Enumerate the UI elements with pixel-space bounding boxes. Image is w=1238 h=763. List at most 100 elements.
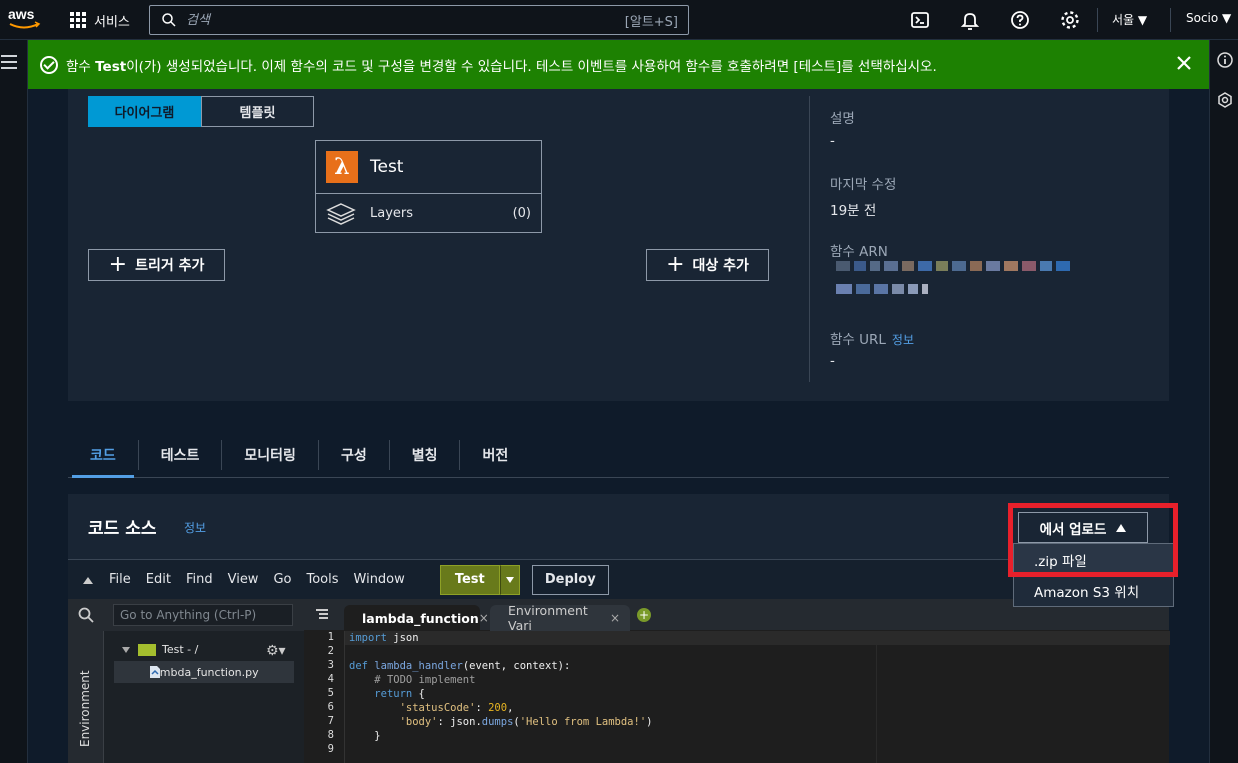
svg-text:aws: aws [8,6,35,22]
ide-menu-tools[interactable]: Tools [306,572,338,587]
tab-aliases[interactable]: 별칭 [390,439,461,470]
code-line-6: 'statusCode': 200, [399,702,514,714]
ide-menu-find[interactable]: Find [186,572,213,587]
main-content: 다이어그램 템플릿 λ Test Layers (0) + 트리거 추가 + 대… [28,89,1209,763]
add-tab-icon[interactable]: + [637,608,651,622]
hexagon-icon[interactable] [1217,92,1233,108]
code-line-1: import json [349,632,419,644]
tab-list-icon[interactable] [316,609,328,619]
upload-s3-option[interactable]: Amazon S3 위치 [1014,575,1173,606]
function-url-info-link[interactable]: 정보 [892,333,914,347]
cloudshell-icon[interactable] [908,8,932,32]
layers-count: (0) [512,206,531,221]
add-destination-button[interactable]: + 대상 추가 [646,249,769,281]
region-selector[interactable]: 서울 ▼ [1112,11,1147,28]
description-label: 설명 [830,111,855,127]
close-icon[interactable] [1175,54,1193,72]
right-side-rail [1209,40,1238,763]
line-number: 2 [327,645,334,657]
file-row[interactable]: lambda_function.py [114,661,294,683]
upload-zip-option[interactable]: .zip 파일 [1014,544,1173,575]
layers-row[interactable]: Layers (0) [316,194,541,233]
environment-side-tab[interactable]: Environment [68,631,104,763]
lambda-icon: λ [326,151,358,183]
upload-dropdown-menu: .zip 파일 Amazon S3 위치 [1013,543,1174,607]
close-icon[interactable]: × [610,611,620,625]
settings-gear-icon[interactable]: ⚙▾ [266,643,286,659]
tab-code[interactable]: 코드 [68,439,139,478]
code-source-info-link[interactable]: 정보 [184,519,206,536]
last-modified-value: 19분 전 [830,203,877,219]
code-source-panel: 코드 소스 정보 에서 업로드 .zip 파일 Amazon S3 위치 Fil… [68,494,1174,763]
ide-toolbar: File Edit Find View Go Tools Window Test… [68,559,1169,599]
upload-from-button[interactable]: 에서 업로드 [1018,512,1148,543]
line-number: 4 [327,673,334,685]
editor-tab-lambda-function[interactable]: lambda_function × [344,605,489,631]
tab-test[interactable]: 테스트 [139,439,223,470]
info-icon[interactable] [1217,52,1233,68]
description-value: - [830,133,835,149]
aws-logo[interactable]: aws [6,4,46,34]
code-editor[interactable]: import json def lambda_handler(event, co… [344,631,1170,763]
search-bar[interactable]: [알트+S] [149,5,689,35]
function-name: Test [370,157,404,177]
search-input[interactable] [186,12,625,28]
search-icon [162,13,176,27]
view-toggle: 다이어그램 템플릿 [88,96,314,127]
gear-icon[interactable] [1058,8,1082,32]
tab-monitoring[interactable]: 모니터링 [222,439,319,470]
services-menu-button[interactable]: 서비스 [70,8,130,32]
left-side-rail [0,40,28,763]
ide-menu-file[interactable]: File [109,572,131,587]
active-line-highlight [345,631,1170,645]
close-icon[interactable]: × [479,611,489,625]
editor-tab-environment-variables[interactable]: Environment Vari × [490,603,630,633]
grid-icon [70,12,86,28]
folder-row[interactable]: Test - / [122,643,198,656]
success-flash-banner: 함수 Test이(가) 생성되었습니다. 이제 함수의 코드 및 구성을 변경할… [28,40,1209,89]
line-number: 5 [327,687,334,699]
function-card[interactable]: λ Test Layers (0) [315,140,542,233]
goto-anything-bar [68,599,304,631]
test-dropdown-button[interactable] [499,564,520,595]
tab-configuration[interactable]: 구성 [319,439,390,470]
account-menu[interactable]: Socio ▼ [1186,11,1231,25]
plus-icon: + [666,252,685,277]
hamburger-menu-icon[interactable] [1,55,17,69]
nav-divider [1097,8,1098,32]
check-circle-icon [40,55,58,74]
test-button[interactable]: Test [439,564,500,595]
function-arn-value-redacted [836,261,1070,271]
add-trigger-button[interactable]: + 트리거 추가 [88,249,225,281]
chevron-down-icon [122,646,130,653]
line-number: 8 [327,729,334,741]
services-label: 서비스 [94,14,130,30]
search-icon [78,607,94,623]
print-margin [876,631,877,763]
line-number-gutter: 1 2 3 4 5 6 7 8 9 [304,631,344,763]
bell-icon[interactable] [958,8,982,32]
panel-divider [809,96,810,382]
ide-menu-view[interactable]: View [228,572,259,587]
function-arn-label: 함수 ARN [830,244,888,260]
layers-icon [326,202,356,225]
folder-icon [138,643,156,656]
goto-anything-input[interactable] [113,604,293,626]
function-arn-value-redacted-2 [836,284,928,294]
ide-menu-edit[interactable]: Edit [146,572,171,587]
template-toggle-button[interactable]: 템플릿 [201,96,314,127]
deploy-button[interactable]: Deploy [531,564,609,595]
collapse-caret-icon[interactable] [83,576,93,584]
ide-menu-window[interactable]: Window [354,572,405,587]
code-line-4: # TODO implement [374,674,476,686]
help-icon[interactable] [1008,8,1032,32]
ide-menu-go[interactable]: Go [273,572,291,587]
nav-divider [1170,8,1171,32]
line-number: 1 [327,631,334,643]
function-url-value: - [830,353,835,369]
line-number: 6 [327,701,334,713]
tab-versions[interactable]: 버전 [460,440,530,470]
file-tree: Test - / ⚙▾ lambda_function.py [104,631,304,763]
line-number: 3 [327,659,334,671]
diagram-toggle-button[interactable]: 다이어그램 [88,96,201,127]
